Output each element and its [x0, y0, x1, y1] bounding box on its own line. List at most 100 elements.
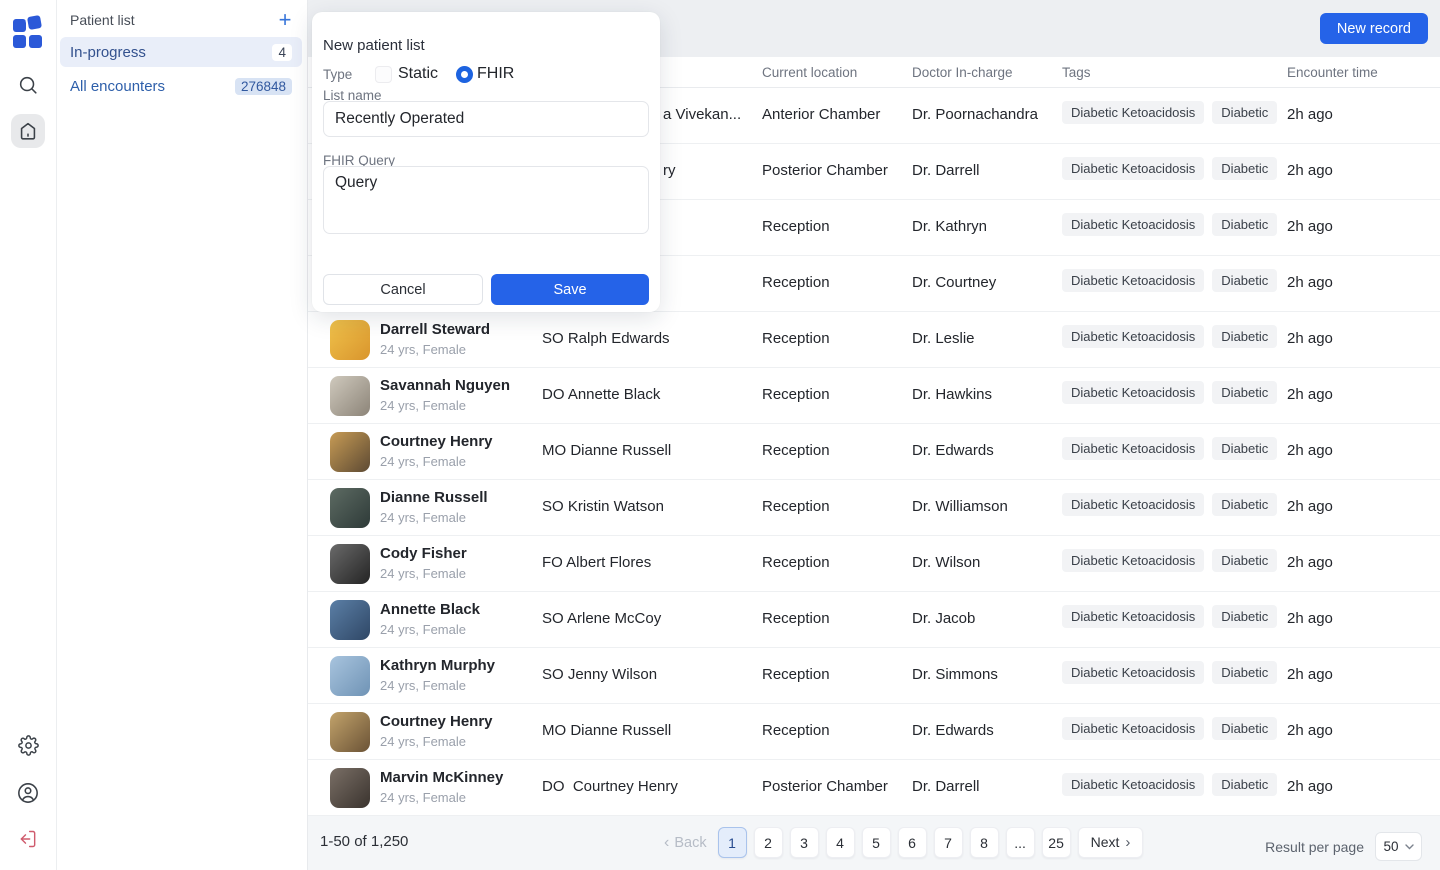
encounter-ref: SO Jenny Wilson [542, 666, 657, 683]
current-location: Reception [762, 218, 830, 235]
current-location: Reception [762, 666, 830, 683]
table-row[interactable]: Courtney Henry 24 yrs, Female MO Dianne … [308, 704, 1440, 760]
static-option-label[interactable]: Static [398, 65, 438, 83]
tag-chip: Diabetic Ketoacidosis [1062, 549, 1204, 572]
page-ellipsis[interactable]: ... [1006, 827, 1035, 858]
doctor-in-charge: Dr. Edwards [912, 722, 994, 739]
next-button[interactable]: Next› [1078, 827, 1144, 858]
page-button-6[interactable]: 6 [898, 827, 927, 858]
current-location: Reception [762, 554, 830, 571]
kebab-menu-icon[interactable] [1410, 444, 1426, 448]
encounter-ref: MO Dianne Russell [542, 722, 671, 739]
fhir-radio[interactable] [456, 66, 473, 83]
encounter-time: 2h ago [1287, 442, 1333, 459]
search-icon[interactable] [11, 68, 45, 102]
kebab-menu-icon[interactable] [1410, 332, 1426, 336]
tags: Diabetic KetoacidosisDiabetic [1062, 437, 1277, 460]
add-list-button[interactable]: + [273, 8, 297, 32]
tags: Diabetic Ketoacidosis Diabetic [1062, 381, 1277, 404]
avatar [330, 656, 370, 696]
encounter-ref: FO Albert Flores [542, 554, 651, 571]
kebab-menu-icon[interactable] [1410, 780, 1426, 784]
profile-icon[interactable] [11, 776, 45, 810]
page-size-value: 50 [1383, 839, 1398, 854]
doctor-in-charge: Dr. Leslie [912, 330, 975, 347]
cancel-button[interactable]: Cancel [323, 274, 483, 305]
back-button[interactable]: ‹Back [660, 834, 711, 852]
tag-chip: Diabetic Ketoacidosis [1062, 493, 1204, 516]
patient-name: Annette Black [380, 601, 480, 618]
tag-chip: Diabetic Ketoacidosis [1062, 381, 1204, 404]
table-row[interactable]: Marvin McKinney 24 yrs, Female DO Courtn… [308, 760, 1440, 816]
kebab-menu-icon[interactable] [1410, 556, 1426, 560]
page-button-3[interactable]: 3 [790, 827, 819, 858]
fhir-query-textarea[interactable]: Query [323, 166, 649, 234]
current-location: Reception [762, 722, 830, 739]
tag-chip: Diabetic Ketoacidosis [1062, 101, 1204, 124]
tag-chip: Diabetic [1212, 605, 1277, 628]
new-record-button[interactable]: New record [1320, 13, 1428, 44]
kebab-menu-icon[interactable] [1410, 164, 1426, 168]
page-button-8[interactable]: 8 [970, 827, 999, 858]
encounter-ref: DO Courtney Henry [542, 778, 678, 795]
sidebar-item-in-progress[interactable]: In-progress 4 [60, 37, 302, 67]
tag-chip: Diabetic [1212, 213, 1277, 236]
kebab-menu-icon[interactable] [1410, 276, 1426, 280]
tags: Diabetic KetoacidosisDiabetic [1062, 549, 1277, 572]
kebab-menu-icon[interactable] [1410, 724, 1426, 728]
encounter-time: 2h ago [1287, 218, 1333, 235]
app-logo-icon[interactable] [13, 16, 45, 48]
encounter-time: 2h ago [1287, 106, 1333, 123]
patient-meta: 24 yrs, Female [380, 566, 466, 581]
logout-icon[interactable] [11, 822, 45, 856]
table-row[interactable]: Savannah Nguyen 24 yrs, Female DO Annett… [308, 368, 1440, 424]
encounter-time: 2h ago [1287, 162, 1333, 179]
static-checkbox[interactable] [375, 66, 392, 83]
kebab-menu-icon[interactable] [1410, 612, 1426, 616]
tag-chip: Diabetic Ketoacidosis [1062, 325, 1204, 348]
settings-gear-icon[interactable] [11, 728, 45, 762]
encounter-ref: DO Annette Black [542, 386, 660, 403]
save-button[interactable]: Save [491, 274, 649, 305]
page-size-select[interactable]: 50 [1375, 832, 1422, 861]
kebab-menu-icon[interactable] [1410, 220, 1426, 224]
kebab-menu-icon[interactable] [1410, 388, 1426, 392]
patient-meta: 24 yrs, Female [380, 510, 466, 525]
kebab-menu-icon[interactable] [1410, 108, 1426, 112]
tag-chip: Diabetic [1212, 381, 1277, 404]
table-row[interactable]: Annette Black 24 yrs, Female SO Arlene M… [308, 592, 1440, 648]
doctor-in-charge: Dr. Simmons [912, 666, 998, 683]
page-button-7[interactable]: 7 [934, 827, 963, 858]
tags: Diabetic KetoacidosisDiabetic [1062, 101, 1277, 124]
fhir-option-label[interactable]: FHIR [477, 65, 514, 83]
doctor-in-charge: Dr. Darrell [912, 162, 980, 179]
doctor-in-charge: Dr. Darrell [912, 778, 980, 795]
patient-meta: 24 yrs, Female [380, 790, 466, 805]
tags: Diabetic KetoacidosisDiabetic [1062, 269, 1277, 292]
home-icon[interactable] [11, 114, 45, 148]
list-name-input[interactable] [323, 101, 649, 137]
doctor-in-charge: Dr. Jacob [912, 610, 975, 627]
avatar [330, 712, 370, 752]
kebab-menu-icon[interactable] [1410, 668, 1426, 672]
page-button-25[interactable]: 25 [1042, 827, 1071, 858]
doctor-in-charge: Dr. Edwards [912, 442, 994, 459]
table-row[interactable]: Darrell Steward 24 yrs, Female SO Ralph … [308, 312, 1440, 368]
table-row[interactable]: Dianne Russell 24 yrs, Female SO Kristin… [308, 480, 1440, 536]
patient-meta: 24 yrs, Female [380, 454, 466, 469]
pager: ‹Back 12345678...25Next› [660, 827, 1143, 858]
table-row[interactable]: Kathryn Murphy 24 yrs, Female SO Jenny W… [308, 648, 1440, 704]
encounter-ref: SO Arlene McCoy [542, 610, 661, 627]
table-row[interactable]: Courtney Henry 24 yrs, Female MO Dianne … [308, 424, 1440, 480]
patient-name: Kathryn Murphy [380, 657, 495, 674]
tags: Diabetic KetoacidosisDiabetic [1062, 605, 1277, 628]
page-button-1[interactable]: 1 [718, 827, 747, 858]
page-button-2[interactable]: 2 [754, 827, 783, 858]
sidebar-item-all-encounters[interactable]: All encounters 276848 [60, 71, 302, 101]
page-button-5[interactable]: 5 [862, 827, 891, 858]
col-header-doctor-in-charge: Doctor In-charge [912, 65, 1013, 80]
page-button-4[interactable]: 4 [826, 827, 855, 858]
kebab-menu-icon[interactable] [1410, 500, 1426, 504]
current-location: Posterior Chamber [762, 162, 888, 179]
table-row[interactable]: Cody Fisher 24 yrs, Female FO Albert Flo… [308, 536, 1440, 592]
